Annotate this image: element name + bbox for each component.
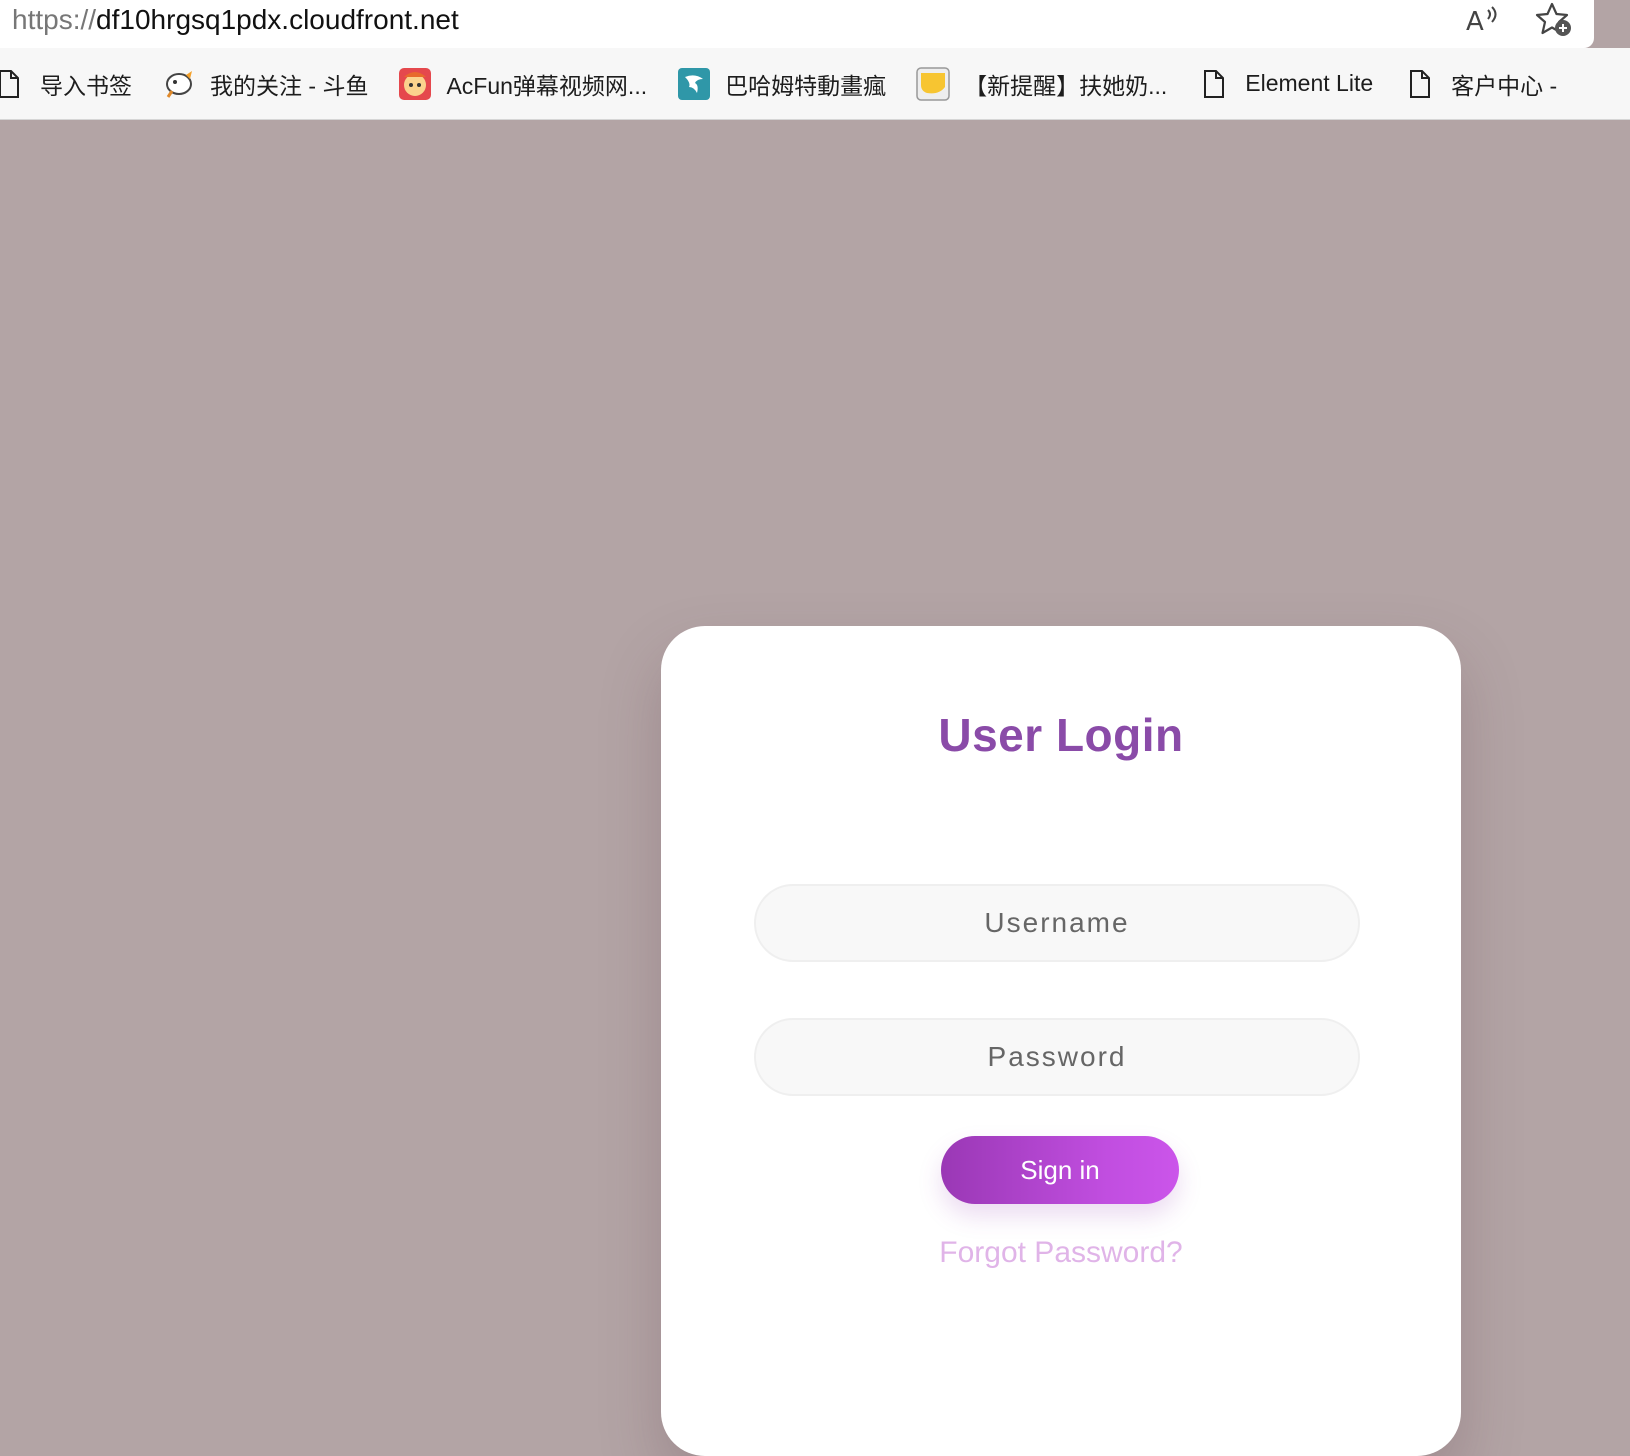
bookmark-label: Element Lite — [1245, 70, 1374, 96]
bookmark-acfun[interactable]: AcFun弹幕视频网... — [398, 60, 677, 108]
username-input[interactable] — [754, 884, 1360, 962]
forum-icon — [916, 66, 950, 101]
read-aloud-glyph: A — [1466, 7, 1484, 36]
bookmark-bahamut[interactable]: 巴哈姆特動畫瘋 — [677, 60, 916, 108]
login-card: User Login Sign in Forgot Password? — [661, 626, 1461, 1456]
bookmark-label: AcFun弹幕视频网... — [446, 72, 648, 99]
bookmark-import[interactable]: 导入书签 — [0, 60, 162, 108]
add-favorite-icon[interactable] — [1532, 0, 1576, 40]
bookmark-douyu[interactable]: 我的关注 - 斗鱼 — [162, 60, 398, 108]
douyu-fish-icon — [162, 67, 196, 101]
bookmark-element-lite[interactable]: Element Lite — [1197, 60, 1403, 108]
bookmark-label: 巴哈姆特動畫瘋 — [725, 72, 887, 99]
read-aloud-icon[interactable]: A — [1462, 0, 1502, 40]
bookmark-label: 导入书签 — [40, 72, 132, 99]
bookmark-label: 【新提醒】扶她奶... — [964, 72, 1168, 99]
url-scheme: https:// — [12, 4, 97, 35]
document-icon — [0, 67, 26, 101]
url-text[interactable]: https://df10hrgsq1pdx.cloudfront.net — [12, 2, 459, 38]
address-bar[interactable]: https://df10hrgsq1pdx.cloudfront.net A — [0, 0, 1594, 48]
bookmark-label: 我的关注 - 斗鱼 — [210, 72, 369, 99]
bookmark-customer-center[interactable]: 客户中心 - — [1403, 60, 1587, 108]
login-title: User Login — [938, 709, 1184, 761]
document-icon — [1197, 67, 1231, 101]
bahamut-icon — [677, 67, 711, 101]
page-background: User Login Sign in Forgot Password? — [0, 121, 1630, 1456]
document-icon — [1403, 67, 1437, 101]
sign-in-button[interactable]: Sign in — [941, 1136, 1179, 1204]
forgot-password-link[interactable]: Forgot Password? — [661, 1236, 1461, 1270]
password-input[interactable] — [754, 1018, 1360, 1096]
acfun-icon — [398, 67, 432, 101]
bookmark-label: 客户中心 - — [1451, 72, 1558, 99]
bookmark-forum[interactable]: 【新提醒】扶她奶... — [916, 60, 1197, 108]
bookmarks-bar: 导入书签 我的关注 - 斗鱼 AcFun弹幕视频网... 巴哈姆特動畫瘋 【新提… — [0, 48, 1630, 120]
url-host: df10hrgsq1pdx.cloudfront.net — [96, 4, 459, 35]
